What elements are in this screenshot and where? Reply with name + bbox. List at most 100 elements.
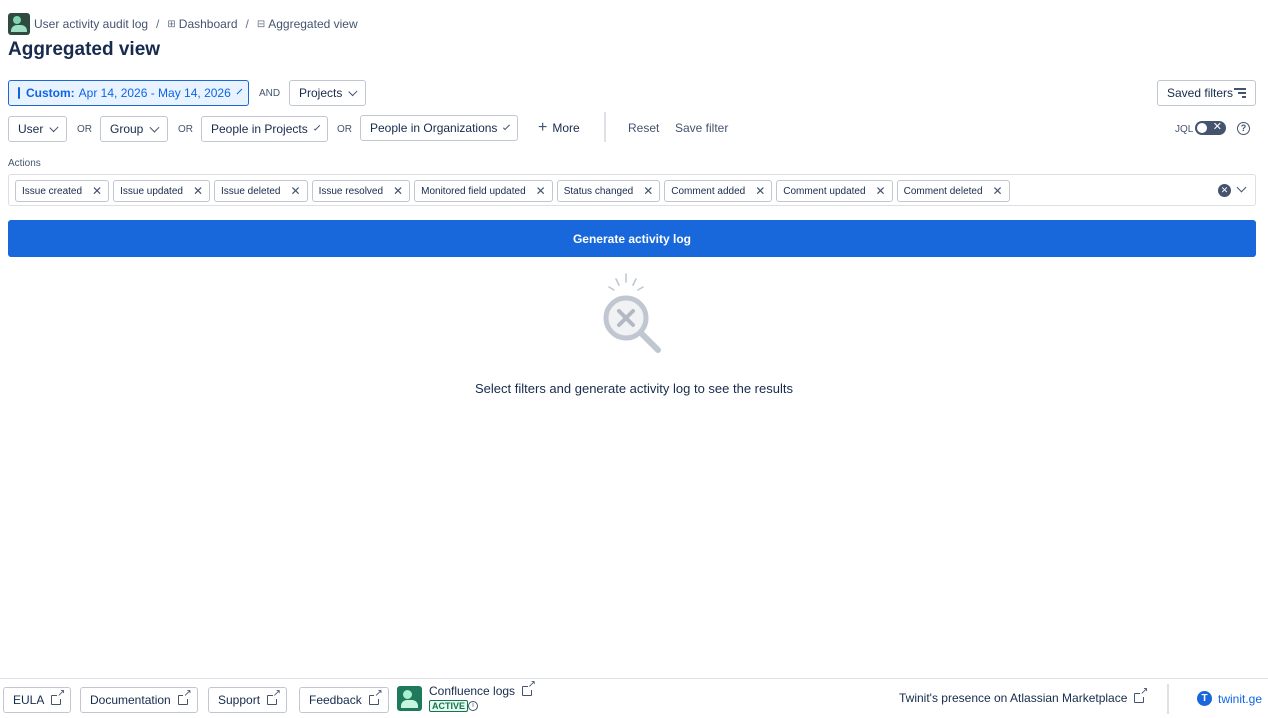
feedback-link[interactable]: Feedback (299, 687, 389, 713)
action-tag-label: Issue updated (120, 185, 183, 197)
twinit-logo-icon: T (1197, 691, 1212, 706)
app-logo-icon (8, 13, 30, 35)
close-icon: ✕ (1212, 121, 1222, 133)
breadcrumb-separator: / (156, 17, 160, 31)
projects-dropdown[interactable]: Projects (289, 80, 366, 106)
chevron-down-icon (49, 122, 59, 132)
actions-label: Actions (8, 158, 41, 169)
action-tag: Status changed ✕ (556, 180, 661, 202)
or-operator: OR (77, 124, 92, 135)
jql-toggle[interactable]: ✕ (1195, 121, 1226, 135)
table-icon: ⊟ (256, 18, 266, 30)
external-link-icon (267, 689, 282, 705)
breadcrumb-app-link[interactable]: User activity audit log (34, 17, 148, 31)
chevron-down-icon (348, 86, 358, 96)
confluence-logs-app-icon[interactable] (397, 686, 422, 711)
action-tag-label: Issue deleted (221, 185, 281, 197)
remove-tag-icon[interactable]: ✕ (193, 184, 203, 198)
reset-button[interactable]: Reset (628, 121, 659, 135)
clear-all-icon[interactable]: ✕ (1218, 184, 1231, 197)
eula-label: EULA (13, 693, 45, 707)
group-dropdown[interactable]: Group (100, 116, 168, 142)
help-icon[interactable]: ? (1237, 122, 1250, 135)
chevron-down-icon (236, 88, 243, 94)
support-label: Support (218, 693, 261, 707)
feedback-label: Feedback (309, 693, 362, 707)
date-range-value: Apr 14, 2026 - May 14, 2026 (78, 86, 231, 100)
filter-lines-icon (1234, 88, 1246, 98)
marketplace-label: Twinit's presence on Atlassian Marketpla… (899, 691, 1128, 705)
remove-tag-icon[interactable]: ✕ (536, 184, 546, 198)
status-badge: ACTIVE (429, 700, 469, 712)
external-link-icon (1134, 687, 1149, 703)
remove-tag-icon[interactable]: ✕ (876, 184, 886, 198)
generate-activity-log-button[interactable]: Generate activity log (8, 220, 1256, 257)
action-tag-label: Issue created (22, 185, 83, 197)
chevron-down-icon (149, 122, 160, 132)
jql-label: JQL (1175, 124, 1194, 135)
remove-tag-icon[interactable]: ✕ (755, 184, 765, 198)
action-tag-label: Issue resolved (318, 185, 384, 197)
more-filters-button[interactable]: + More (528, 115, 590, 141)
and-operator: AND (259, 88, 281, 99)
save-filter-button[interactable]: Save filter (675, 121, 728, 135)
marketplace-link[interactable]: Twinit's presence on Atlassian Marketpla… (899, 687, 1149, 705)
action-tag: Issue updated ✕ (113, 180, 210, 202)
documentation-link[interactable]: Documentation (80, 687, 198, 713)
people-in-organizations-label: People in Organizations (370, 121, 498, 135)
or-operator: OR (337, 124, 352, 135)
people-in-projects-dropdown[interactable]: People in Projects (201, 116, 328, 142)
action-tag: Comment deleted ✕ (896, 180, 1010, 202)
plus-icon: + (538, 119, 548, 136)
info-icon[interactable]: i (468, 701, 478, 711)
support-link[interactable]: Support (208, 687, 288, 713)
actions-multiselect[interactable]: Issue created ✕ Issue updated ✕ Issue delete… (8, 174, 1256, 206)
action-tag-label: Comment updated (783, 185, 866, 197)
confluence-logs-link[interactable]: Confluence logs (429, 680, 537, 698)
date-range-dropdown[interactable]: Custom: Apr 14, 2026 - May 14, 2026 (8, 80, 249, 106)
divider (1167, 684, 1169, 714)
remove-tag-icon[interactable]: ✕ (993, 184, 1003, 198)
chevron-down-icon (503, 122, 511, 130)
remove-tag-icon[interactable]: ✕ (393, 184, 403, 198)
remove-tag-icon[interactable]: ✕ (643, 184, 653, 198)
breadcrumb: User activity audit log / ⊞ Dashboard / … (8, 13, 358, 35)
people-in-projects-label: People in Projects (211, 122, 308, 136)
confluence-logs-label: Confluence logs (429, 684, 516, 698)
breadcrumb-dashboard-label: Dashboard (178, 17, 238, 31)
action-tag: Issue created ✕ (15, 180, 110, 202)
eula-link[interactable]: EULA (3, 687, 72, 713)
action-tag: Monitored field updated ✕ (414, 180, 553, 202)
breadcrumb-current[interactable]: ⊟ Aggregated view (257, 17, 358, 31)
saved-filters-button[interactable]: Saved filters (1157, 80, 1256, 106)
action-tag-label: Status changed (563, 185, 634, 197)
user-dropdown[interactable]: User (8, 116, 67, 142)
action-tag-label: Comment deleted (903, 185, 983, 197)
chevron-down-icon (313, 123, 321, 131)
actions-tags: Issue created ✕ Issue updated ✕ Issue delete… (15, 180, 1010, 202)
breadcrumb-separator: / (245, 17, 249, 31)
projects-label: Projects (299, 86, 343, 100)
dashboard-icon: ⊞ (167, 18, 176, 30)
people-in-organizations-dropdown[interactable]: People in Organizations (360, 115, 518, 141)
empty-state-message: Select filters and generate activity log… (475, 381, 793, 396)
action-tag: Comment updated ✕ (776, 180, 893, 202)
remove-tag-icon[interactable]: ✕ (92, 184, 102, 198)
toggle-knob (1197, 123, 1207, 133)
breadcrumb-dashboard-link[interactable]: ⊞ Dashboard (167, 17, 237, 31)
or-operator: OR (178, 124, 193, 135)
documentation-label: Documentation (90, 693, 171, 707)
action-tag: Comment added ✕ (664, 180, 773, 202)
saved-filters-label: Saved filters (1167, 86, 1234, 100)
breadcrumb-current-label: Aggregated view (268, 17, 358, 31)
twinit-label: twinit.ge (1218, 691, 1263, 706)
no-results-magnifier-icon (603, 273, 661, 353)
twinit-link[interactable]: T twinit.ge (1197, 691, 1262, 706)
date-range-prefix: Custom: (26, 86, 75, 100)
more-label: More (552, 121, 580, 135)
action-tag-label: Monitored field updated (421, 185, 526, 197)
page-title: Aggregated view (8, 39, 161, 60)
external-link-icon (368, 689, 383, 705)
chevron-down-icon[interactable] (1236, 182, 1247, 193)
remove-tag-icon[interactable]: ✕ (291, 184, 301, 198)
